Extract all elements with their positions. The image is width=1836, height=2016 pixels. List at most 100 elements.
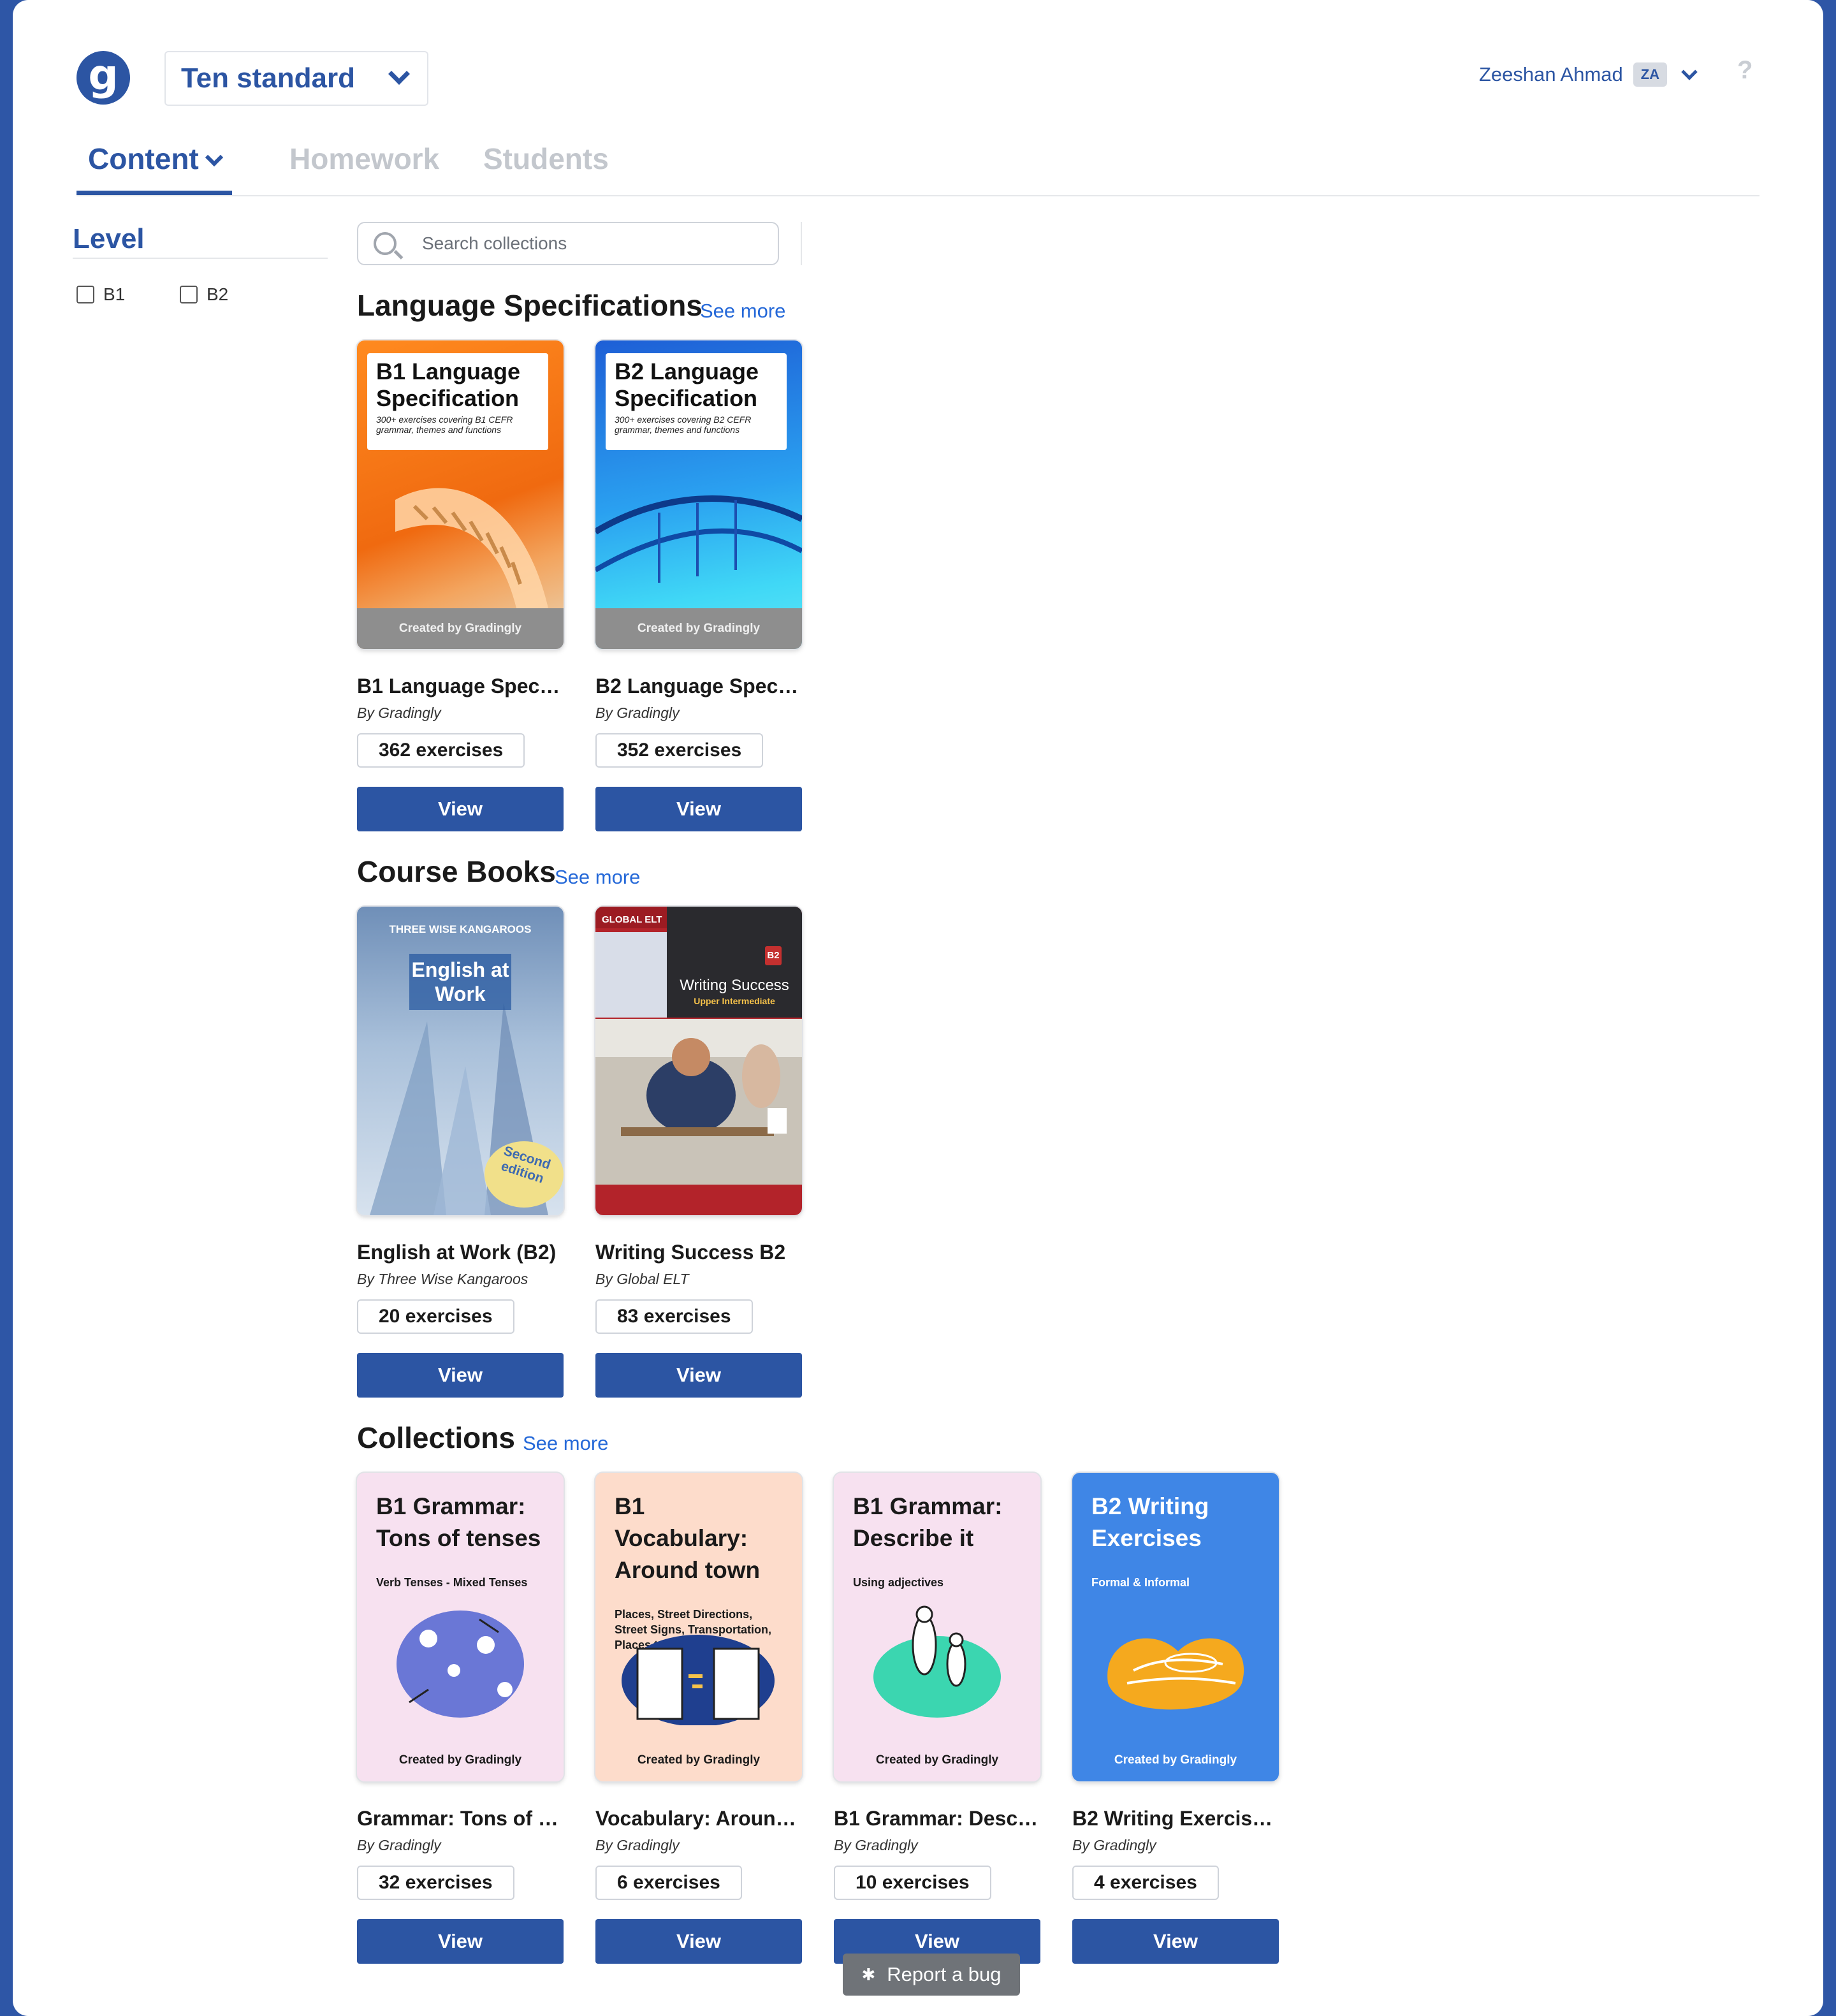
cover-subtitle: Upper Intermediate xyxy=(694,996,775,1006)
meerkats-illustration xyxy=(873,1605,1001,1718)
see-more-link[interactable]: See more xyxy=(700,300,785,323)
level-checkbox-b1[interactable]: B1 xyxy=(76,284,125,305)
checkbox[interactable] xyxy=(76,286,94,303)
tab-homework[interactable]: Homework xyxy=(289,136,439,195)
cover-footer: Created by Gradingly xyxy=(595,608,802,649)
report-bug-button[interactable]: ✱ Report a bug xyxy=(843,1954,1020,1996)
collection-card: B2 Language Specification 300+ exercises… xyxy=(595,340,802,831)
cover-subtitle: Formal & Informal xyxy=(1091,1576,1190,1589)
exercise-count-badge: 4 exercises xyxy=(1072,1866,1219,1900)
cover-title-box: B1 Language Specification 300+ exercises… xyxy=(367,353,548,450)
app-window: g Ten standard Zeeshan Ahmad ZA ? Conten… xyxy=(13,0,1823,2016)
vocabulary-town-cover[interactable]: B1 Vocabulary: Around town Places, Stree… xyxy=(595,1473,802,1781)
card-author: By Gradingly xyxy=(595,705,680,721)
grammar-describe-cover[interactable]: B1 Grammar: Describe it Using adjectives… xyxy=(834,1473,1040,1781)
card-title[interactable]: Vocabulary: Around … xyxy=(595,1807,802,1830)
grammar-tenses-cover[interactable]: B1 Grammar: Tons of tenses Verb Tenses -… xyxy=(357,1473,564,1781)
section-title-language-specifications: Language Specifications xyxy=(357,289,703,322)
card-title[interactable]: English at Work (B2) xyxy=(357,1241,564,1264)
checkbox-label: B1 xyxy=(103,284,126,304)
cover-title: B1 Grammar: Tons of tenses xyxy=(376,1493,541,1551)
view-button[interactable]: View xyxy=(595,1353,802,1398)
report-bug-label: Report a bug xyxy=(887,1963,1002,1985)
cover-footer: Created by Gradingly xyxy=(1114,1753,1237,1767)
cover-title: B2 Writing Exercises xyxy=(1091,1493,1209,1551)
cover-publisher: THREE WISE KANGAROOS xyxy=(389,923,532,935)
view-button[interactable]: View xyxy=(1072,1919,1279,1964)
section-title-course-books: Course Books xyxy=(357,855,556,888)
section-title-collections: Collections xyxy=(357,1421,515,1454)
card-title[interactable]: B2 Writing Exercises … xyxy=(1072,1807,1279,1830)
chevron-down-icon xyxy=(205,148,223,167)
view-button[interactable]: View xyxy=(357,787,564,831)
classroom-photo xyxy=(595,1019,802,1185)
card-title[interactable]: B2 Language Specifi… xyxy=(595,675,802,698)
card-author: By Three Wise Kangaroos xyxy=(357,1271,528,1287)
cover-title-box: B2 Language Specification 300+ exercises… xyxy=(606,353,787,450)
cover-footer: Created by Gradingly xyxy=(357,608,564,649)
chevron-down-icon xyxy=(388,63,410,85)
card-title[interactable]: B1 Grammar: Descri… xyxy=(834,1807,1040,1830)
card-author: By Global ELT xyxy=(595,1271,689,1287)
checkbox[interactable] xyxy=(180,286,198,303)
see-more-link[interactable]: See more xyxy=(555,866,640,889)
course-book-card: THREE WISE KANGAROOS English at Work Sec… xyxy=(357,907,564,1398)
divider xyxy=(73,258,328,259)
cover-footer: Created by Gradingly xyxy=(398,1753,522,1767)
help-icon[interactable]: ? xyxy=(1737,56,1752,85)
class-selector[interactable]: Ten standard xyxy=(164,51,428,106)
card-author: By Gradingly xyxy=(595,1837,680,1853)
cover-footer: Created by Gradingly xyxy=(875,1753,999,1767)
level-filter-title: Level xyxy=(73,223,145,254)
search-input[interactable]: Search collections xyxy=(357,222,779,265)
gradingly-logo[interactable]: g xyxy=(76,51,130,105)
user-menu[interactable]: Zeeshan Ahmad ZA xyxy=(1479,62,1698,87)
collection-card: B1 Language Specification 300+ exercises… xyxy=(357,340,564,831)
writing-success-cover[interactable]: GLOBAL ELT B2 Writing Success Upper Inte… xyxy=(595,907,802,1215)
b1-language-spec-cover[interactable]: B1 Language Specification 300+ exercises… xyxy=(357,340,564,649)
divider xyxy=(801,222,802,265)
card-author: By Gradingly xyxy=(357,1837,441,1853)
tab-students[interactable]: Students xyxy=(483,136,609,195)
card-author: By Gradingly xyxy=(357,705,441,721)
card-author: By Gradingly xyxy=(834,1837,918,1853)
view-button[interactable]: View xyxy=(595,787,802,831)
english-at-work-cover[interactable]: THREE WISE KANGAROOS English at Work Sec… xyxy=(357,907,564,1215)
cover-title: B2 Language Specification xyxy=(615,358,759,411)
flying-people-illustration xyxy=(397,1611,524,1718)
level-checkbox-b2[interactable]: B2 xyxy=(180,284,228,305)
writing-exercises-cover[interactable]: B2 Writing Exercises Formal & Informal C… xyxy=(1072,1473,1279,1781)
exercise-count-badge: 10 exercises xyxy=(834,1866,991,1900)
card-author: By Gradingly xyxy=(1072,1837,1156,1853)
main-tabs: Content Homework Students xyxy=(76,136,1759,196)
exercise-count-badge: 362 exercises xyxy=(357,733,525,768)
exercise-count-badge: 352 exercises xyxy=(595,733,764,768)
level-badge: B2 xyxy=(765,946,782,965)
search-icon xyxy=(374,232,397,255)
cover-subtitle: 300+ exercises covering B1 CEFR grammar,… xyxy=(376,414,513,435)
collection-card: B1 Grammar: Tons of tenses Verb Tenses -… xyxy=(357,1473,564,1964)
card-title[interactable]: Writing Success B2 xyxy=(595,1241,802,1264)
bottle-illustration xyxy=(1107,1638,1244,1710)
tab-content[interactable]: Content xyxy=(76,136,232,195)
card-title[interactable]: B1 Language Specifi… xyxy=(357,675,564,698)
view-button[interactable]: View xyxy=(357,1353,564,1398)
see-more-link[interactable]: See more xyxy=(523,1432,608,1455)
cover-subtitle: Verb Tenses - Mixed Tenses xyxy=(376,1576,528,1589)
cover-subtitle: Using adjectives xyxy=(853,1576,944,1589)
view-button[interactable]: View xyxy=(357,1919,564,1964)
b2-language-spec-cover[interactable]: B2 Language Specification 300+ exercises… xyxy=(595,340,802,649)
class-name: Ten standard xyxy=(181,62,356,94)
exercise-count-badge: 83 exercises xyxy=(595,1299,753,1334)
user-initials-badge: ZA xyxy=(1633,62,1668,87)
cover-title: B1 Vocabulary: Around town xyxy=(615,1493,761,1583)
collection-card: B2 Writing Exercises Formal & Informal C… xyxy=(1072,1473,1279,1964)
view-button[interactable]: View xyxy=(595,1919,802,1964)
search-placeholder: Search collections xyxy=(422,233,567,253)
chevron-down-icon xyxy=(1681,64,1698,80)
exercise-count-badge: 20 exercises xyxy=(357,1299,514,1334)
cover-title: B1 Grammar: Describe it xyxy=(853,1493,1003,1551)
cover-title: English at Work xyxy=(409,954,511,1010)
exercise-count-badge: 6 exercises xyxy=(595,1866,742,1900)
card-title[interactable]: Grammar: Tons of Te… xyxy=(357,1807,564,1830)
